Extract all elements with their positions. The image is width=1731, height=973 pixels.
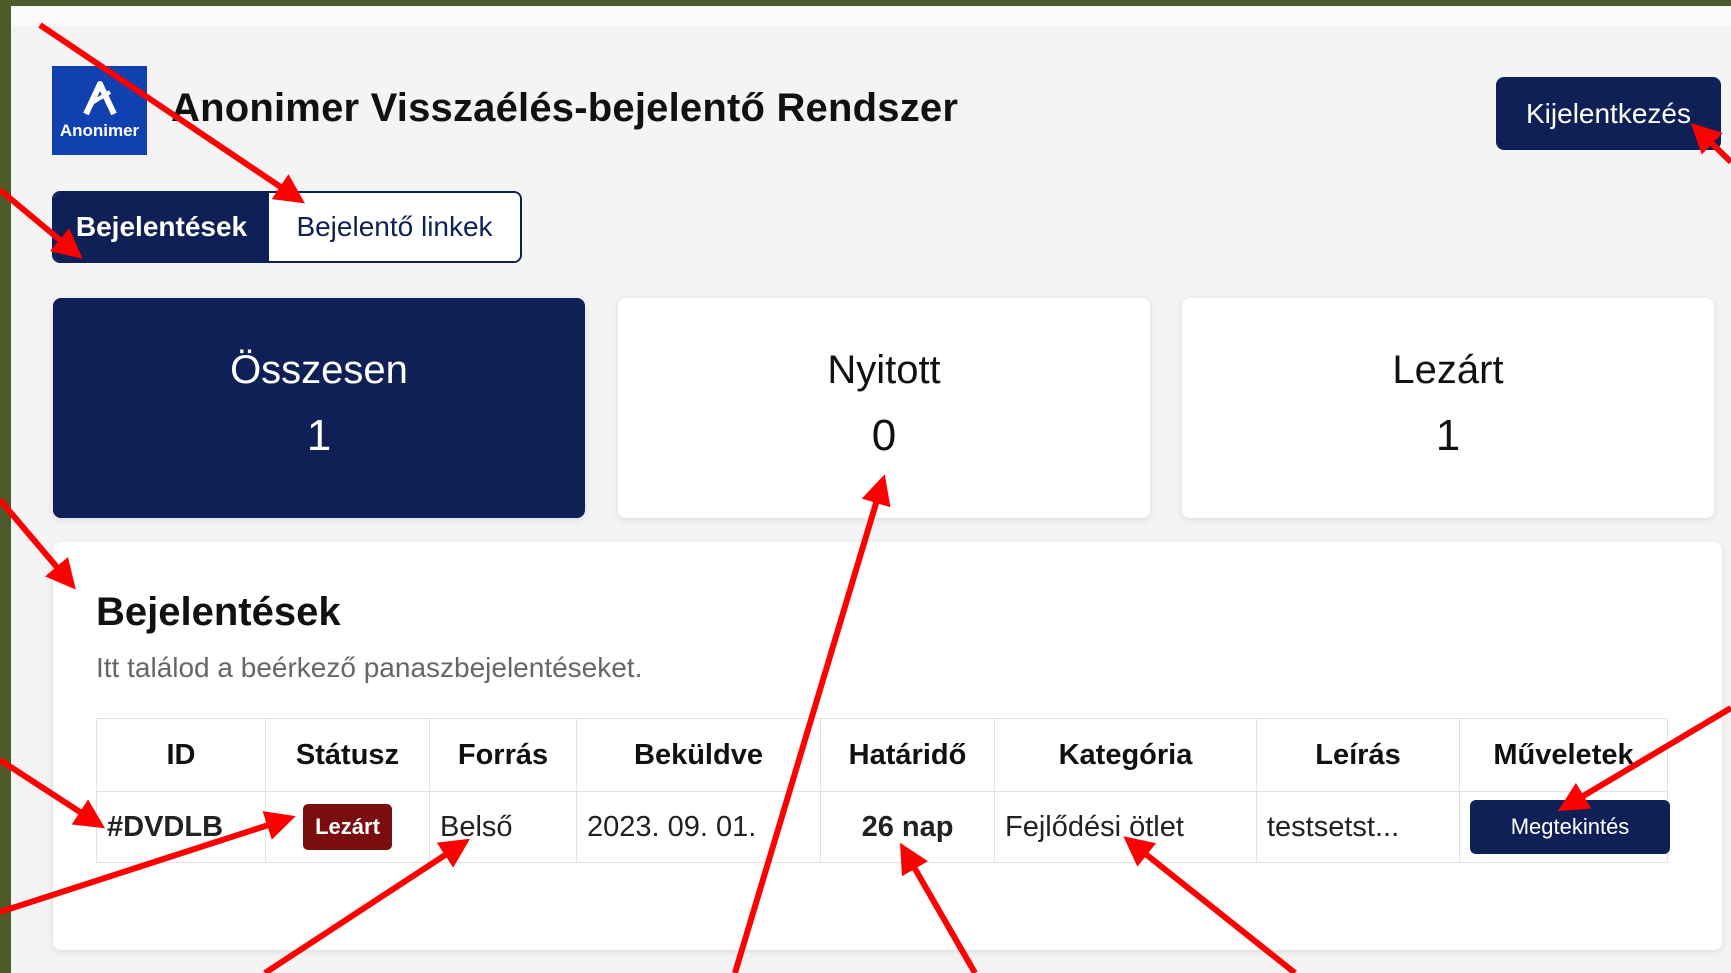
- stat-value: 1: [1435, 410, 1461, 460]
- report-id: #DVDLB: [96, 791, 266, 863]
- panel-title: Bejelentések: [96, 590, 341, 634]
- stat-card-total: Összesen 1: [53, 298, 585, 518]
- column-header-id: ID: [96, 718, 266, 792]
- column-header-status: Státusz: [265, 718, 430, 792]
- submitted-cell: 2023. 09. 01.: [576, 791, 821, 863]
- tab-bar: Bejelentések Bejelentő linkek: [52, 191, 522, 263]
- stat-card-closed: Lezárt 1: [1182, 298, 1714, 518]
- stat-value: 0: [871, 410, 897, 460]
- column-header-actions: Műveletek: [1459, 718, 1668, 792]
- logout-button[interactable]: Kijelentkezés: [1496, 77, 1721, 150]
- stat-card-open: Nyitott 0: [618, 298, 1150, 518]
- tab-reports[interactable]: Bejelentések: [54, 193, 269, 261]
- app-title: Anonimer Visszaélés-bejelentő Rendszer: [171, 86, 959, 130]
- logo-text: Anonimer: [59, 121, 140, 140]
- column-header-source: Forrás: [429, 718, 577, 792]
- stat-label: Összesen: [230, 347, 408, 392]
- stat-label: Lezárt: [1392, 347, 1504, 392]
- reports-panel: Bejelentések Itt találod a beérkező pana…: [53, 542, 1722, 950]
- column-header-description: Leírás: [1256, 718, 1460, 792]
- actions-cell: Megtekintés: [1459, 791, 1670, 863]
- status-cell: Lezárt: [265, 791, 430, 863]
- stat-label: Nyitott: [827, 347, 941, 392]
- description-cell: testsetst...: [1256, 791, 1460, 863]
- stat-value: 1: [306, 410, 332, 460]
- app-window: Anonimer Anonimer Visszaélés-bejelentő R…: [11, 6, 1731, 973]
- top-band: [11, 6, 1731, 26]
- tab-report-links[interactable]: Bejelentő linkek: [269, 193, 520, 261]
- anonimer-logo-icon: [82, 81, 117, 116]
- reports-table: ID Státusz Forrás Beküldve Határidő Kate…: [96, 718, 1670, 863]
- view-report-button[interactable]: Megtekintés: [1470, 800, 1670, 854]
- deadline-cell: 26 nap: [820, 791, 995, 863]
- status-badge: Lezárt: [303, 804, 392, 850]
- table-header-row: ID Státusz Forrás Beküldve Határidő Kate…: [96, 718, 1668, 792]
- column-header-category: Kategória: [994, 718, 1257, 792]
- table-row: #DVDLB Lezárt Belső 2023. 09. 01. 26 nap…: [96, 791, 1670, 863]
- panel-subtitle: Itt találod a beérkező panaszbejelentése…: [96, 652, 643, 683]
- source-cell: Belső: [429, 791, 577, 863]
- column-header-submitted: Beküldve: [576, 718, 821, 792]
- category-cell: Fejlődési ötlet: [994, 791, 1257, 863]
- column-header-deadline: Határidő: [820, 718, 995, 792]
- anonimer-logo: Anonimer: [52, 66, 147, 155]
